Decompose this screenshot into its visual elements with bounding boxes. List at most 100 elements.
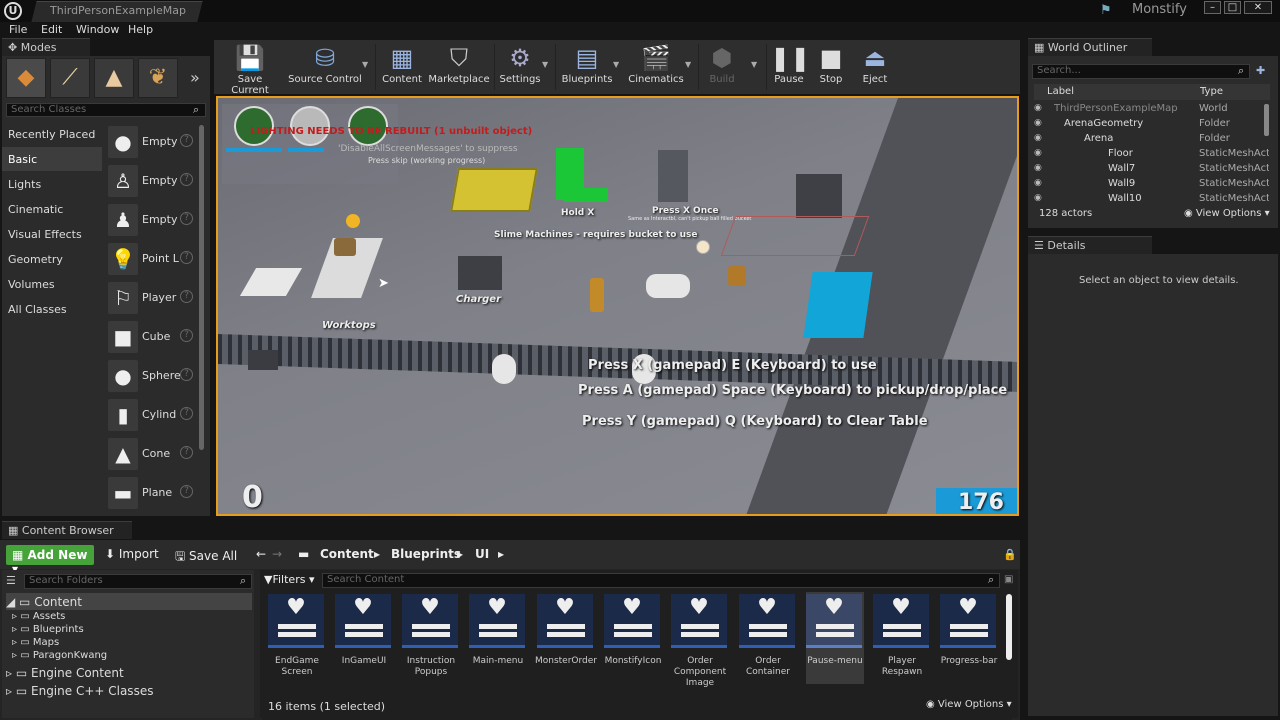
marketplace-button[interactable]: ⛉ Marketplace	[428, 42, 490, 92]
class-item-point-light[interactable]: 💡 Point L?	[104, 241, 200, 279]
eye-icon[interactable]: ◉	[1034, 148, 1042, 158]
asset-tile[interactable]: ♥ Progress-bar	[940, 594, 998, 686]
source-control-dropdown-icon[interactable]: ▼	[362, 60, 368, 69]
asset-tile[interactable]: ♥ MonsterOrder	[535, 594, 597, 686]
class-item-empty-character[interactable]: ♙ Empty?	[104, 163, 200, 201]
outliner-row[interactable]: ◉ Wall7 StaticMeshActor	[1034, 162, 1270, 177]
menu-window[interactable]: Window	[76, 23, 119, 36]
expand-arrow-icon[interactable]: ▹	[12, 611, 20, 622]
outliner-row[interactable]: ◉ ThirdPersonExampleMap World	[1034, 102, 1270, 117]
eye-icon[interactable]: ◉	[1034, 193, 1042, 202]
eye-icon[interactable]: ◉	[1034, 103, 1042, 113]
folder-tree-toggle-icon[interactable]: ☰	[6, 574, 16, 587]
asset-view-options[interactable]: ◉ View Options ▾	[926, 699, 1012, 710]
asset-tile[interactable]: ♥ Order Component Image	[671, 594, 729, 688]
search-classes-input[interactable]: Search Classes	[6, 103, 206, 117]
eye-icon[interactable]: ◉	[1034, 163, 1042, 173]
cinematics-dropdown-icon[interactable]: ▼	[685, 60, 691, 69]
search-folders-input[interactable]: Search Folders	[24, 574, 252, 589]
asset-tile-selected[interactable]: ♥ Pause-menu	[806, 594, 864, 686]
content-button[interactable]: ▦ Content	[378, 42, 426, 92]
blueprints-button[interactable]: ▤ Blueprints	[560, 42, 614, 92]
help-icon[interactable]: ?	[180, 485, 193, 498]
class-item-empty-pawn[interactable]: ♟ Empty?	[104, 202, 200, 240]
eye-icon[interactable]: ◉	[1034, 178, 1042, 188]
folder-maps[interactable]: ▹ ▭ Maps	[12, 637, 59, 648]
folder-engine-content[interactable]: ▹ ▭ Engine Content	[6, 666, 124, 680]
outliner-view-options[interactable]: ◉ View Options ▾	[1184, 208, 1270, 219]
expand-arrow-icon[interactable]: ▹	[12, 624, 20, 635]
save-all-button[interactable]: 🖫 Save All	[175, 547, 237, 568]
asset-tile[interactable]: ♥ Player Respawn	[873, 594, 931, 686]
help-icon[interactable]: ?	[180, 173, 193, 186]
asset-tile[interactable]: ♥ InGameUI	[335, 594, 393, 686]
outliner-row[interactable]: ◉ Wall9 StaticMeshActor	[1034, 177, 1270, 192]
category-cinematic[interactable]: Cinematic	[2, 197, 102, 221]
save-current-button[interactable]: 💾 Save Current	[218, 42, 282, 96]
breadcrumb-separator-icon[interactable]: ▸	[374, 547, 380, 561]
class-item-plane[interactable]: ▬ Plane?	[104, 475, 200, 513]
folder-content[interactable]: ◢ ▭ Content	[6, 595, 82, 609]
back-arrow-icon[interactable]: ←	[256, 547, 266, 561]
paint-mode-button[interactable]: ⟋	[50, 58, 90, 98]
lock-icon[interactable]: 🔒	[1003, 548, 1017, 561]
import-button[interactable]: ⬇ Import	[105, 547, 159, 561]
minimize-button[interactable]: –	[1204, 1, 1221, 14]
eject-button[interactable]: ⏏ Eject	[856, 42, 894, 92]
breadcrumb-blueprints[interactable]: Blueprints	[391, 547, 461, 561]
expand-arrow-icon[interactable]: ▹	[6, 684, 16, 698]
forward-arrow-icon[interactable]: →	[272, 547, 282, 561]
tab-content-browser[interactable]: ▦ Content Browser	[2, 521, 132, 539]
help-icon[interactable]: ?	[180, 329, 193, 342]
add-new-button[interactable]: ▦ Add New ▾	[6, 545, 94, 576]
category-recently-placed[interactable]: Recently Placed	[2, 122, 102, 146]
menu-edit[interactable]: Edit	[41, 23, 62, 36]
modes-scrollbar[interactable]	[199, 125, 204, 450]
folder-engine-cpp-classes[interactable]: ▹ ▭ Engine C++ Classes	[6, 684, 153, 698]
category-lights[interactable]: Lights	[2, 172, 102, 196]
breadcrumb-content[interactable]: Content	[320, 547, 374, 561]
pause-button[interactable]: ❚❚ Pause	[770, 42, 810, 92]
asset-tile[interactable]: ♥ Instruction Popups	[402, 594, 460, 686]
asset-tile[interactable]: ♥ MonstifyIcon	[604, 594, 662, 686]
class-item-cone[interactable]: ▲ Cone?	[104, 436, 200, 474]
outliner-scrollbar[interactable]	[1264, 104, 1269, 136]
folder-blueprints[interactable]: ▹ ▭ Blueprints	[12, 624, 84, 635]
outliner-row[interactable]: ◉ ArenaGeometry Folder	[1034, 117, 1270, 132]
category-geometry[interactable]: Geometry	[2, 247, 102, 271]
add-filter-icon[interactable]: ✚	[1256, 64, 1265, 77]
expand-arrow-icon[interactable]: ▹	[12, 650, 20, 661]
stop-button[interactable]: ■ Stop	[814, 42, 848, 92]
category-volumes[interactable]: Volumes	[2, 272, 102, 296]
search-content-input[interactable]: Search Content	[322, 573, 1000, 588]
outliner-row[interactable]: ◉ Arena Folder	[1034, 132, 1270, 147]
close-button[interactable]: ✕	[1244, 1, 1272, 14]
breadcrumb-separator-icon[interactable]: ▸	[457, 547, 463, 561]
breadcrumb-ui[interactable]: UI	[475, 547, 489, 561]
asset-tile[interactable]: ♥ Main-menu	[469, 594, 527, 686]
build-button[interactable]: ⬢ Build	[702, 42, 742, 92]
breadcrumb-separator-icon[interactable]: ▸	[498, 547, 504, 561]
build-dropdown-icon[interactable]: ▼	[751, 60, 757, 69]
expand-arrow-icon[interactable]: ▹	[12, 637, 20, 648]
landscape-mode-button[interactable]: ▲	[94, 58, 134, 98]
asset-tile[interactable]: ♥ Order Container	[739, 594, 797, 686]
class-item-player-start[interactable]: ⚐ Player?	[104, 280, 200, 318]
help-icon[interactable]: ?	[180, 212, 193, 225]
column-type[interactable]: Type	[1200, 86, 1223, 97]
folder-assets[interactable]: ▹ ▭ Assets	[12, 611, 65, 622]
category-basic[interactable]: Basic	[2, 147, 102, 171]
category-all-classes[interactable]: All Classes	[2, 297, 102, 321]
tab-modes[interactable]: ✥ Modes	[2, 38, 90, 56]
help-icon[interactable]: ?	[180, 368, 193, 381]
blueprints-dropdown-icon[interactable]: ▼	[613, 60, 619, 69]
save-search-icon[interactable]: ▣	[1004, 574, 1013, 585]
more-modes-chevron-icon[interactable]: »	[190, 68, 200, 87]
maximize-button[interactable]: □	[1224, 1, 1241, 14]
class-item-cylinder[interactable]: ▮ Cylind?	[104, 397, 200, 435]
settings-dropdown-icon[interactable]: ▼	[542, 60, 548, 69]
foliage-mode-button[interactable]: ❦	[138, 58, 178, 98]
folder-paragonkwang[interactable]: ▹ ▭ ParagonKwang	[12, 650, 107, 661]
filters-button[interactable]: ▼Filters ▾	[264, 573, 314, 586]
class-item-cube[interactable]: ■ Cube?	[104, 319, 200, 357]
